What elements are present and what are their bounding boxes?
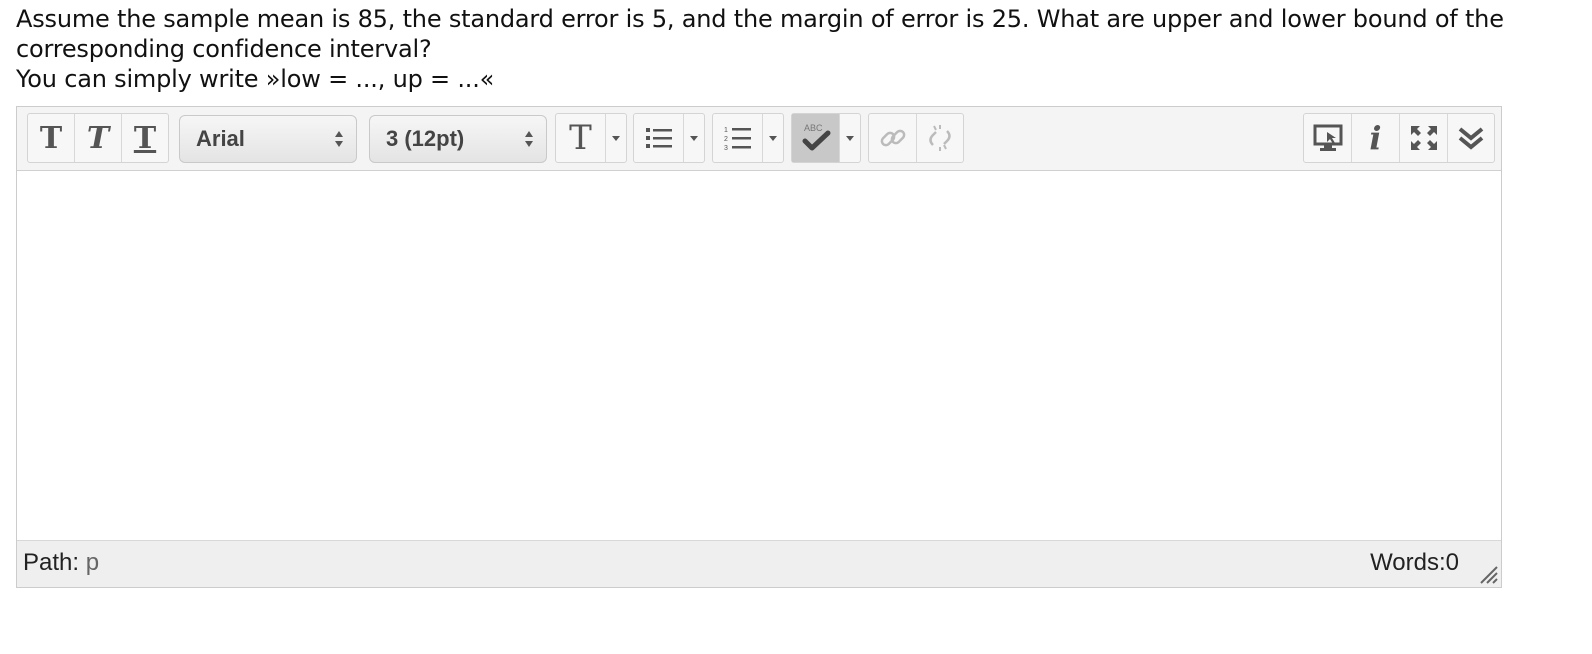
bullet-list-group bbox=[633, 113, 705, 163]
preview-button[interactable] bbox=[1304, 114, 1352, 162]
question-line-2: You can simply write »low = ..., up = ..… bbox=[16, 65, 495, 93]
resize-handle-icon[interactable] bbox=[1477, 563, 1499, 585]
fullscreen-button[interactable] bbox=[1400, 114, 1448, 162]
chevron-down-icon bbox=[690, 135, 698, 141]
italic-icon: T bbox=[86, 120, 110, 156]
editor-toolbar: T T T Arial 3 (12pt) T 1 2 3 ABC i bbox=[17, 107, 1501, 171]
font-family-value: Arial bbox=[196, 126, 245, 151]
bullet-list-dropdown[interactable] bbox=[684, 114, 704, 162]
text-color-button[interactable]: T bbox=[556, 114, 606, 162]
link-icon bbox=[880, 129, 905, 147]
text-color-dropdown[interactable] bbox=[606, 114, 626, 162]
path-indicator: Path: p bbox=[23, 549, 99, 577]
spellcheck-icon: ABC bbox=[802, 123, 830, 151]
unlink-icon bbox=[929, 125, 951, 151]
italic-button[interactable]: T bbox=[75, 114, 122, 162]
path-label: Path: bbox=[23, 549, 80, 576]
numbered-list-button[interactable]: 1 2 3 bbox=[713, 114, 763, 162]
select-arrows-icon bbox=[525, 131, 533, 147]
font-size-value: 3 (12pt) bbox=[386, 126, 465, 151]
bullet-list-button[interactable] bbox=[634, 114, 684, 162]
font-size-select[interactable]: 3 (12pt) bbox=[369, 115, 547, 163]
path-element-link[interactable]: p bbox=[86, 549, 99, 576]
question-line-1: Assume the sample mean is 85, the standa… bbox=[16, 5, 1504, 63]
chevron-down-icon bbox=[846, 135, 854, 141]
svg-text:1: 1 bbox=[724, 127, 728, 134]
svg-text:3: 3 bbox=[724, 145, 728, 152]
word-count: Words:0 bbox=[1370, 549, 1459, 576]
right-tools-group: i bbox=[1303, 113, 1495, 163]
font-family-select[interactable]: Arial bbox=[179, 115, 357, 163]
svg-text:ABC: ABC bbox=[804, 123, 823, 133]
bold-icon: T bbox=[39, 120, 63, 156]
editor-content-area[interactable] bbox=[17, 171, 1501, 541]
unlink-button[interactable] bbox=[917, 114, 963, 162]
info-button[interactable]: i bbox=[1352, 114, 1400, 162]
expand-toolbar-button[interactable] bbox=[1448, 114, 1494, 162]
link-group bbox=[868, 113, 964, 163]
numbered-list-icon: 1 2 3 bbox=[724, 127, 751, 152]
editor-statusbar: Path: p Words:0 bbox=[17, 540, 1501, 587]
numbered-list-group: 1 2 3 bbox=[712, 113, 784, 163]
double-chevron-down-icon bbox=[1458, 127, 1484, 150]
bullet-list-icon bbox=[645, 128, 672, 148]
bold-button[interactable]: T bbox=[28, 114, 75, 162]
text-color-group: T bbox=[555, 113, 627, 163]
chevron-down-icon bbox=[769, 135, 777, 141]
svg-text:2: 2 bbox=[724, 136, 728, 143]
spellcheck-button[interactable]: ABC bbox=[792, 114, 840, 162]
spellcheck-dropdown[interactable] bbox=[840, 114, 860, 162]
underline-icon: T bbox=[133, 120, 157, 156]
chevron-down-icon bbox=[612, 135, 620, 141]
fullscreen-icon bbox=[1410, 126, 1437, 150]
underline-button[interactable]: T bbox=[122, 114, 168, 162]
numbered-list-dropdown[interactable] bbox=[763, 114, 783, 162]
preview-icon bbox=[1313, 124, 1342, 151]
info-icon: i bbox=[1369, 119, 1382, 157]
link-button[interactable] bbox=[869, 114, 917, 162]
spellcheck-group: ABC bbox=[791, 113, 861, 163]
text-style-group: T T T bbox=[27, 113, 169, 163]
rich-text-editor: T T T Arial 3 (12pt) T 1 2 3 ABC i Path:… bbox=[16, 106, 1502, 588]
question-text: Assume the sample mean is 85, the standa… bbox=[16, 4, 1516, 94]
text-color-icon: T bbox=[569, 118, 592, 158]
select-arrows-icon bbox=[335, 131, 343, 147]
